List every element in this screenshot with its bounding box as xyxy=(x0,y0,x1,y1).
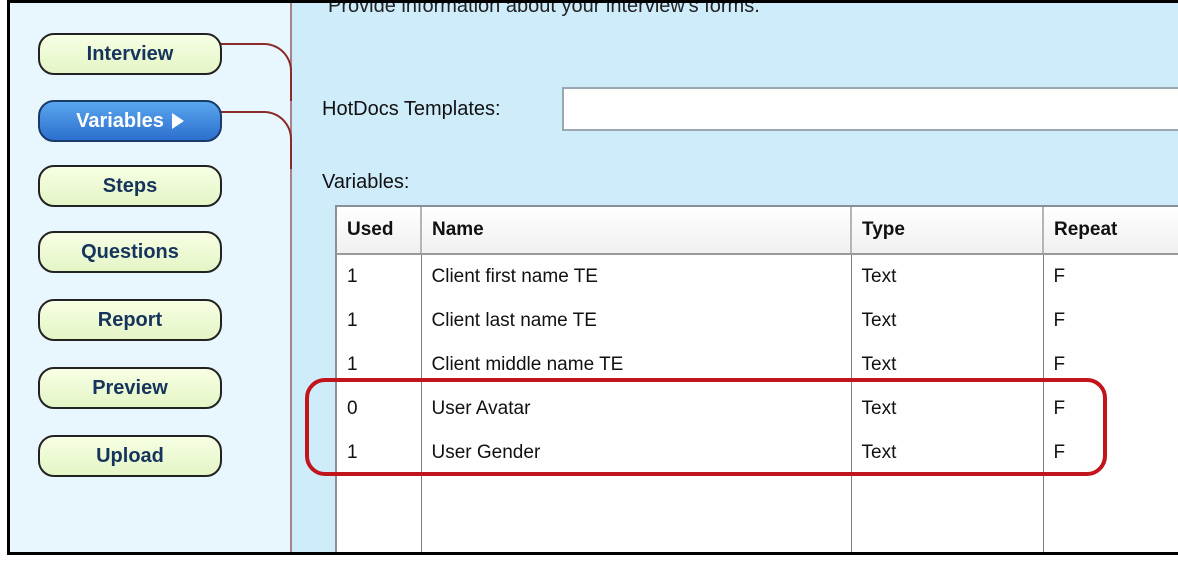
cell-type: Text xyxy=(851,299,1044,343)
cell-used: 1 xyxy=(337,343,422,387)
cell-name: User Gender xyxy=(421,431,852,475)
table-row-empty xyxy=(337,475,1178,519)
tab-connector xyxy=(210,111,292,169)
table-row[interactable]: 1 Client last name TE Text F xyxy=(337,299,1178,343)
column-header-name[interactable]: Name xyxy=(421,207,852,255)
cell-name: Client last name TE xyxy=(421,299,852,343)
table-row[interactable]: 0 User Avatar Text F xyxy=(337,387,1178,431)
cell-type: Text xyxy=(851,254,1044,299)
nav-upload-button[interactable]: Upload xyxy=(38,435,222,477)
nav-preview-button[interactable]: Preview xyxy=(38,367,222,409)
cell-name: Client first name TE xyxy=(421,254,852,299)
templates-input[interactable] xyxy=(562,87,1178,131)
tab-connector xyxy=(210,43,292,101)
cell-used: 1 xyxy=(337,254,422,299)
table-row-empty xyxy=(337,519,1178,552)
nav-label: Preview xyxy=(92,376,168,399)
cell-type: Text xyxy=(851,387,1044,431)
column-header-repeat[interactable]: Repeat xyxy=(1043,207,1178,255)
templates-label: HotDocs Templates: xyxy=(322,98,501,120)
variables-table[interactable]: Used Name Type Repeat 1 Client first nam… xyxy=(335,205,1178,552)
column-header-type[interactable]: Type xyxy=(851,207,1044,255)
app-frame: Interview Variables Steps Questions Repo… xyxy=(7,0,1178,555)
variables-label: Variables: xyxy=(322,171,410,193)
table-row[interactable]: 1 Client middle name TE Text F xyxy=(337,343,1178,387)
cell-repeat: F xyxy=(1043,387,1178,431)
cell-used: 1 xyxy=(337,299,422,343)
table-row[interactable]: 1 User Gender Text F xyxy=(337,431,1178,475)
cell-type: Text xyxy=(851,431,1044,475)
cell-repeat: F xyxy=(1043,299,1178,343)
cell-name: User Avatar xyxy=(421,387,852,431)
cell-used: 1 xyxy=(337,431,422,475)
nav-label: Upload xyxy=(96,444,164,467)
main-content: Provide information about your interview… xyxy=(292,3,1178,552)
column-header-used[interactable]: Used xyxy=(337,207,422,255)
nav-variables-button[interactable]: Variables xyxy=(38,100,222,142)
play-arrow-icon xyxy=(171,113,184,129)
cell-repeat: F xyxy=(1043,343,1178,387)
cell-type: Text xyxy=(851,343,1044,387)
nav-label: Interview xyxy=(86,42,174,65)
nav-interview-button[interactable]: Interview xyxy=(38,33,222,75)
nav-label: Questions xyxy=(81,240,179,263)
cell-name: Client middle name TE xyxy=(421,343,852,387)
table-row[interactable]: 1 Client first name TE Text F xyxy=(337,254,1178,299)
intro-text: Provide information about your interview… xyxy=(328,0,760,17)
cell-repeat: F xyxy=(1043,254,1178,299)
nav-questions-button[interactable]: Questions xyxy=(38,231,222,273)
table-header-row: Used Name Type Repeat xyxy=(337,207,1178,255)
nav-label: Steps xyxy=(102,174,158,197)
sidebar: Interview Variables Steps Questions Repo… xyxy=(10,3,292,552)
nav-label: Report xyxy=(97,308,163,331)
nav-report-button[interactable]: Report xyxy=(38,299,222,341)
nav-label: Variables xyxy=(76,109,164,132)
cell-used: 0 xyxy=(337,387,422,431)
cell-repeat: F xyxy=(1043,431,1178,475)
nav-steps-button[interactable]: Steps xyxy=(38,165,222,207)
